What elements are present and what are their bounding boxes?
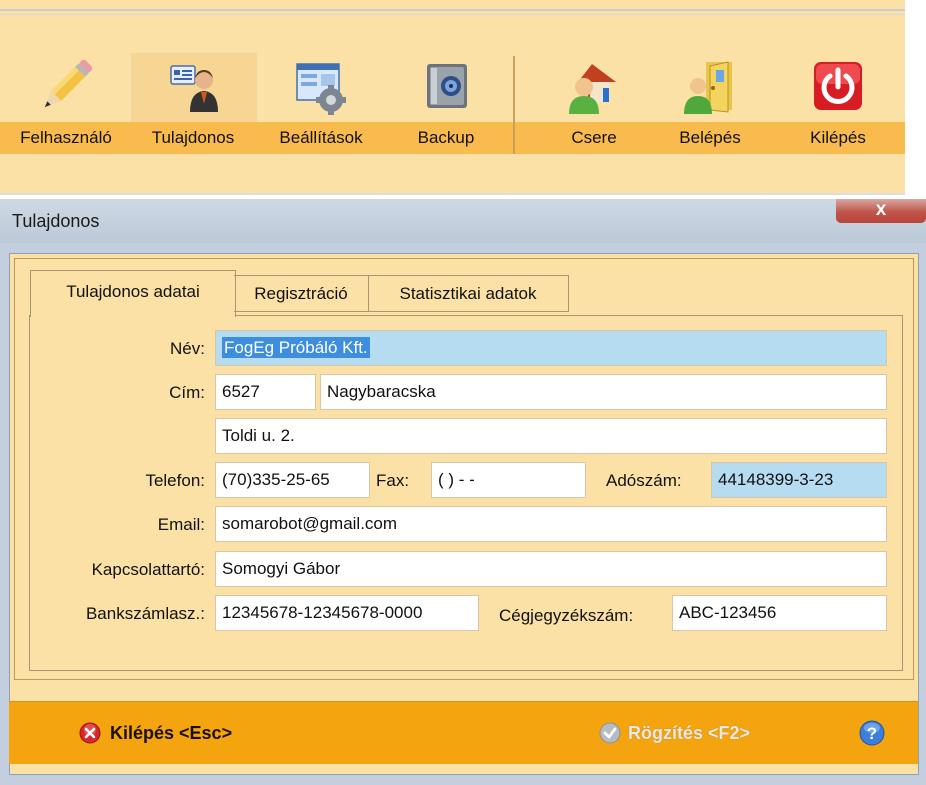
zip-field[interactable]: 6527 (215, 374, 316, 410)
toolbar-label-kilepes: Kilépés (810, 128, 866, 147)
nev-field[interactable]: FogEg Próbáló Kft. (215, 330, 887, 366)
check-icon (599, 722, 621, 744)
nev-value: FogEg Próbáló Kft. (222, 337, 370, 358)
adoszam-field[interactable]: 44148399-3-23 (711, 462, 887, 498)
toolbar-bottom-line (0, 193, 905, 195)
kapcsolattarto-field[interactable]: Somogyi Gábor (215, 551, 887, 587)
toolbar-button-csere[interactable]: Csere (534, 50, 654, 154)
toolbar-top-line (0, 9, 905, 11)
save-button-label: Rögzítés <F2> (628, 723, 751, 743)
fax-label: Fax: (376, 471, 410, 490)
email-label: Email: (157, 515, 205, 534)
email-field[interactable]: somarobot@gmail.com (215, 506, 887, 542)
user-house-icon (569, 64, 616, 114)
help-icon: ? (859, 720, 885, 746)
city-field[interactable]: Nagybaracska (320, 374, 887, 410)
toolbar-button-kilepes[interactable]: Kilépés (784, 50, 892, 154)
tab-tulajdonos-adatai[interactable]: Tulajdonos adatai (30, 270, 236, 317)
cancel-icon (79, 722, 101, 744)
toolbar-button-tulajdonos[interactable]: Tulajdonos (131, 50, 255, 154)
toolbar-label-beallitasok: Beállítások (279, 128, 363, 147)
street-field[interactable]: Toldi u. 2. (215, 418, 887, 454)
kapcsolattarto-label: Kapcsolattartó: (91, 560, 205, 579)
telefon-field[interactable]: (70)335-25-65 (215, 462, 370, 498)
help-button[interactable]: ? (859, 720, 885, 746)
user-door-icon (684, 61, 732, 114)
nev-label: Név: (170, 339, 205, 358)
toolbar-top-line-2 (0, 14, 905, 15)
toolbar-label-belepes: Belépés (679, 128, 741, 147)
dialog-title: Tulajdonos (12, 211, 100, 231)
pencil-icon (44, 59, 93, 108)
owner-card-icon (170, 65, 218, 112)
toolbar-button-beallitasok[interactable]: Beállítások (256, 50, 386, 154)
safe-icon (427, 64, 467, 108)
bankszamla-label: Bankszámlasz.: (85, 604, 205, 623)
fax-field[interactable]: ( ) - - (431, 462, 586, 498)
cegjegyzekszam-field[interactable]: ABC-123456 (672, 595, 887, 631)
dialog-title-bar: Tulajdonos (0, 199, 926, 243)
svg-text:?: ? (867, 724, 877, 743)
close-button[interactable]: x (836, 199, 926, 223)
toolbar-label-felhasznalo: Felhasználó (20, 128, 112, 147)
settings-gear-icon (296, 63, 346, 115)
toolbar-button-felhasznalo[interactable]: Felhasználó (4, 50, 128, 154)
tab-regisztracio[interactable]: Regisztráció (234, 275, 369, 312)
toolbar-button-backup[interactable]: Backup (391, 50, 501, 154)
toolbar-button-belepes[interactable]: Belépés (656, 50, 764, 154)
telefon-label: Telefon: (145, 471, 205, 490)
exit-button-label: Kilépés <Esc> (110, 723, 233, 743)
toolbar-separator (513, 56, 515, 154)
toolbar-label-backup: Backup (417, 128, 475, 147)
bankszamla-field[interactable]: 12345678-12345678-0000 (215, 595, 479, 631)
cegjegyzekszam-label: Cégjegyzékszám: (499, 606, 634, 625)
toolbar-label-tulajdonos: Tulajdonos (151, 128, 235, 147)
adoszam-label: Adószám: (606, 471, 682, 490)
cim-label: Cím: (169, 383, 205, 402)
power-icon (814, 62, 862, 110)
tab-statisztikai-adatok[interactable]: Statisztikai adatok (368, 275, 569, 312)
toolbar-label-csere: Csere (571, 128, 617, 147)
